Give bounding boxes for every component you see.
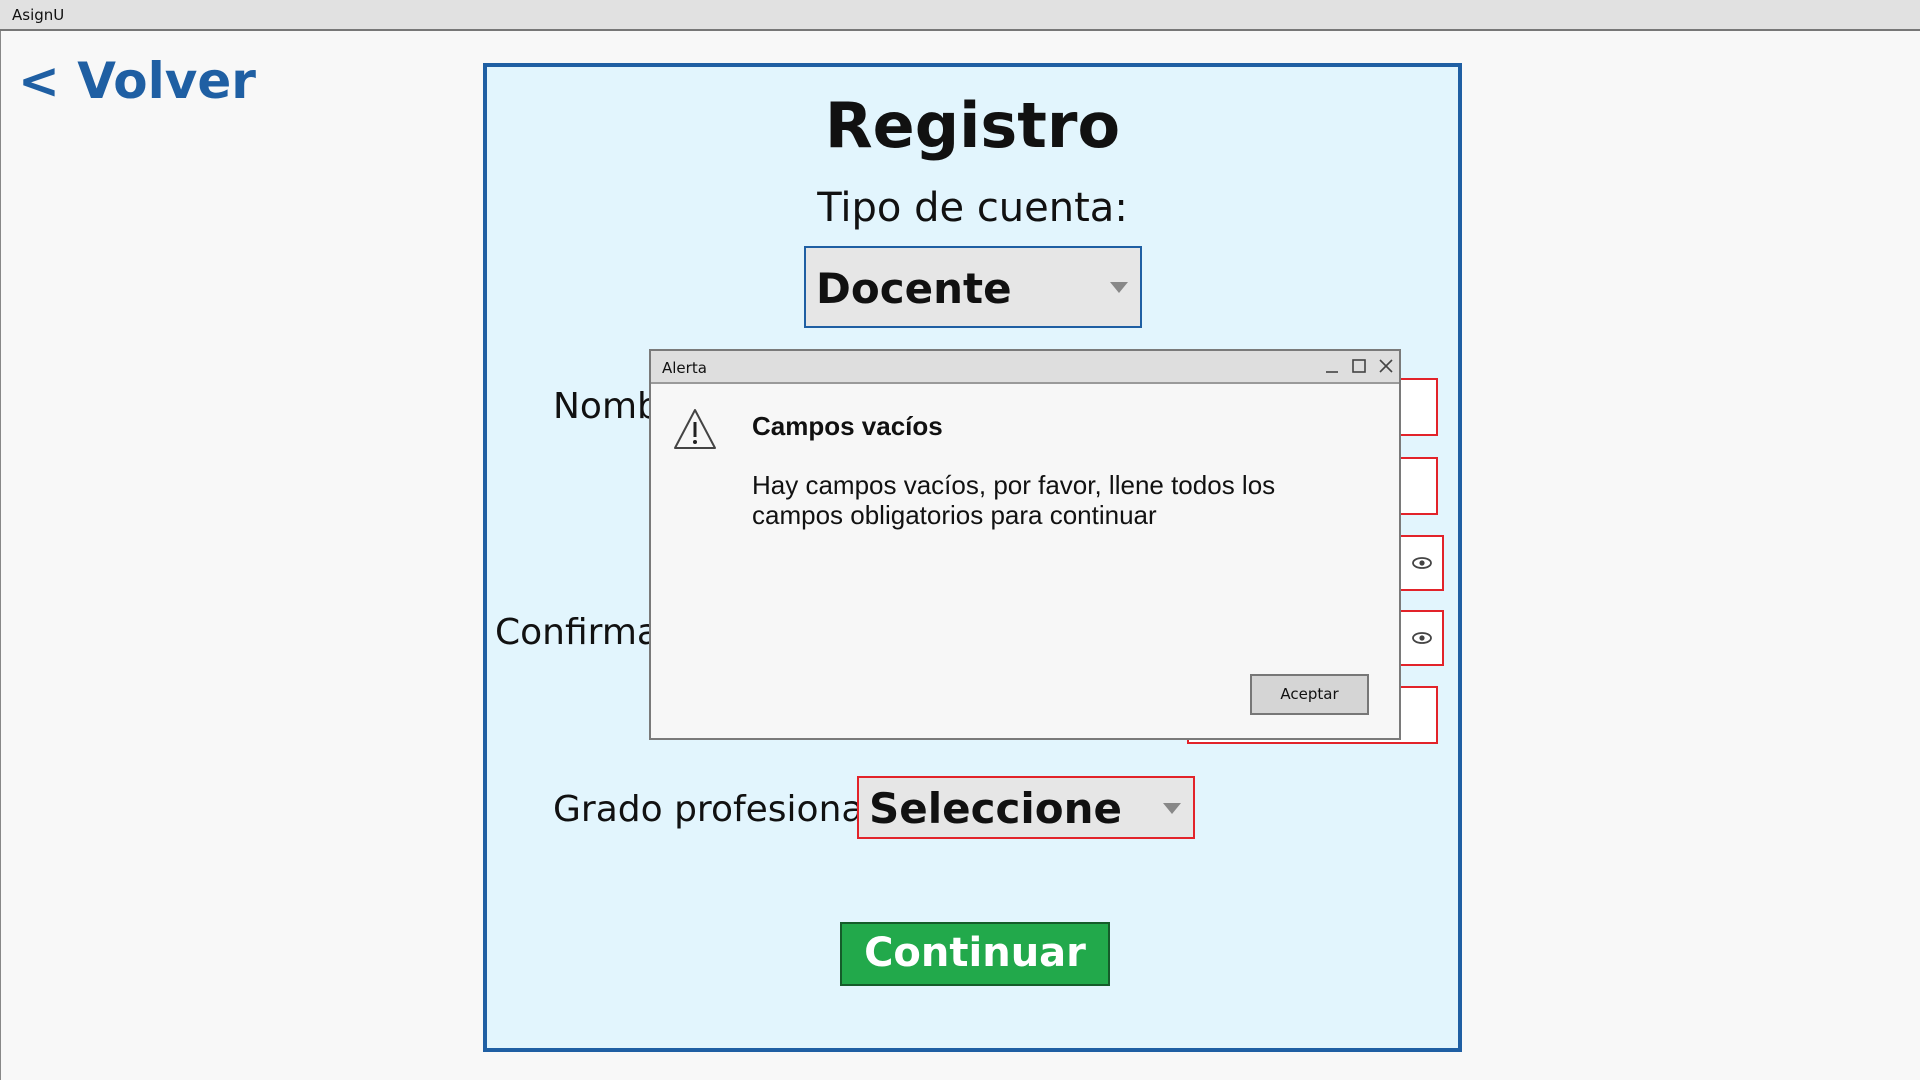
continue-button[interactable]: Continuar <box>840 922 1110 986</box>
dropdown-caret-icon <box>1110 282 1128 293</box>
confirm-label: Confirmar <box>495 612 674 653</box>
minimize-icon[interactable] <box>1323 357 1341 375</box>
dialog-message: Hay campos vacíos, por favor, llene todo… <box>752 470 1276 530</box>
accept-button[interactable]: Aceptar <box>1250 674 1369 715</box>
show-confirm-password-eye-icon[interactable] <box>1412 632 1432 644</box>
close-icon[interactable] <box>1377 357 1395 375</box>
window-border <box>0 31 1 1080</box>
dialog-heading: Campos vacíos <box>752 411 943 441</box>
back-link[interactable]: < Volver <box>18 52 256 110</box>
account-type-select[interactable]: Docente <box>804 246 1142 328</box>
grade-select[interactable]: Seleccione <box>857 776 1195 839</box>
grade-value: Seleccione <box>869 784 1123 833</box>
account-type-value: Docente <box>816 264 1012 313</box>
warning-icon <box>674 409 716 449</box>
page-title: Registro <box>824 89 1121 162</box>
maximize-icon[interactable] <box>1350 357 1368 375</box>
dialog-titlebar: Alerta <box>651 351 1399 384</box>
app-title: AsignU <box>12 6 65 24</box>
dropdown-caret-icon <box>1163 803 1181 814</box>
alert-dialog: Alerta Campos vacíos Hay campos vacíos, … <box>649 349 1401 740</box>
app-titlebar: AsignU <box>0 0 1920 31</box>
dialog-title: Alerta <box>662 359 707 377</box>
show-password-eye-icon[interactable] <box>1412 557 1432 569</box>
grade-label: Grado profesional: <box>553 789 886 830</box>
account-type-label: Tipo de cuenta: <box>817 185 1128 231</box>
